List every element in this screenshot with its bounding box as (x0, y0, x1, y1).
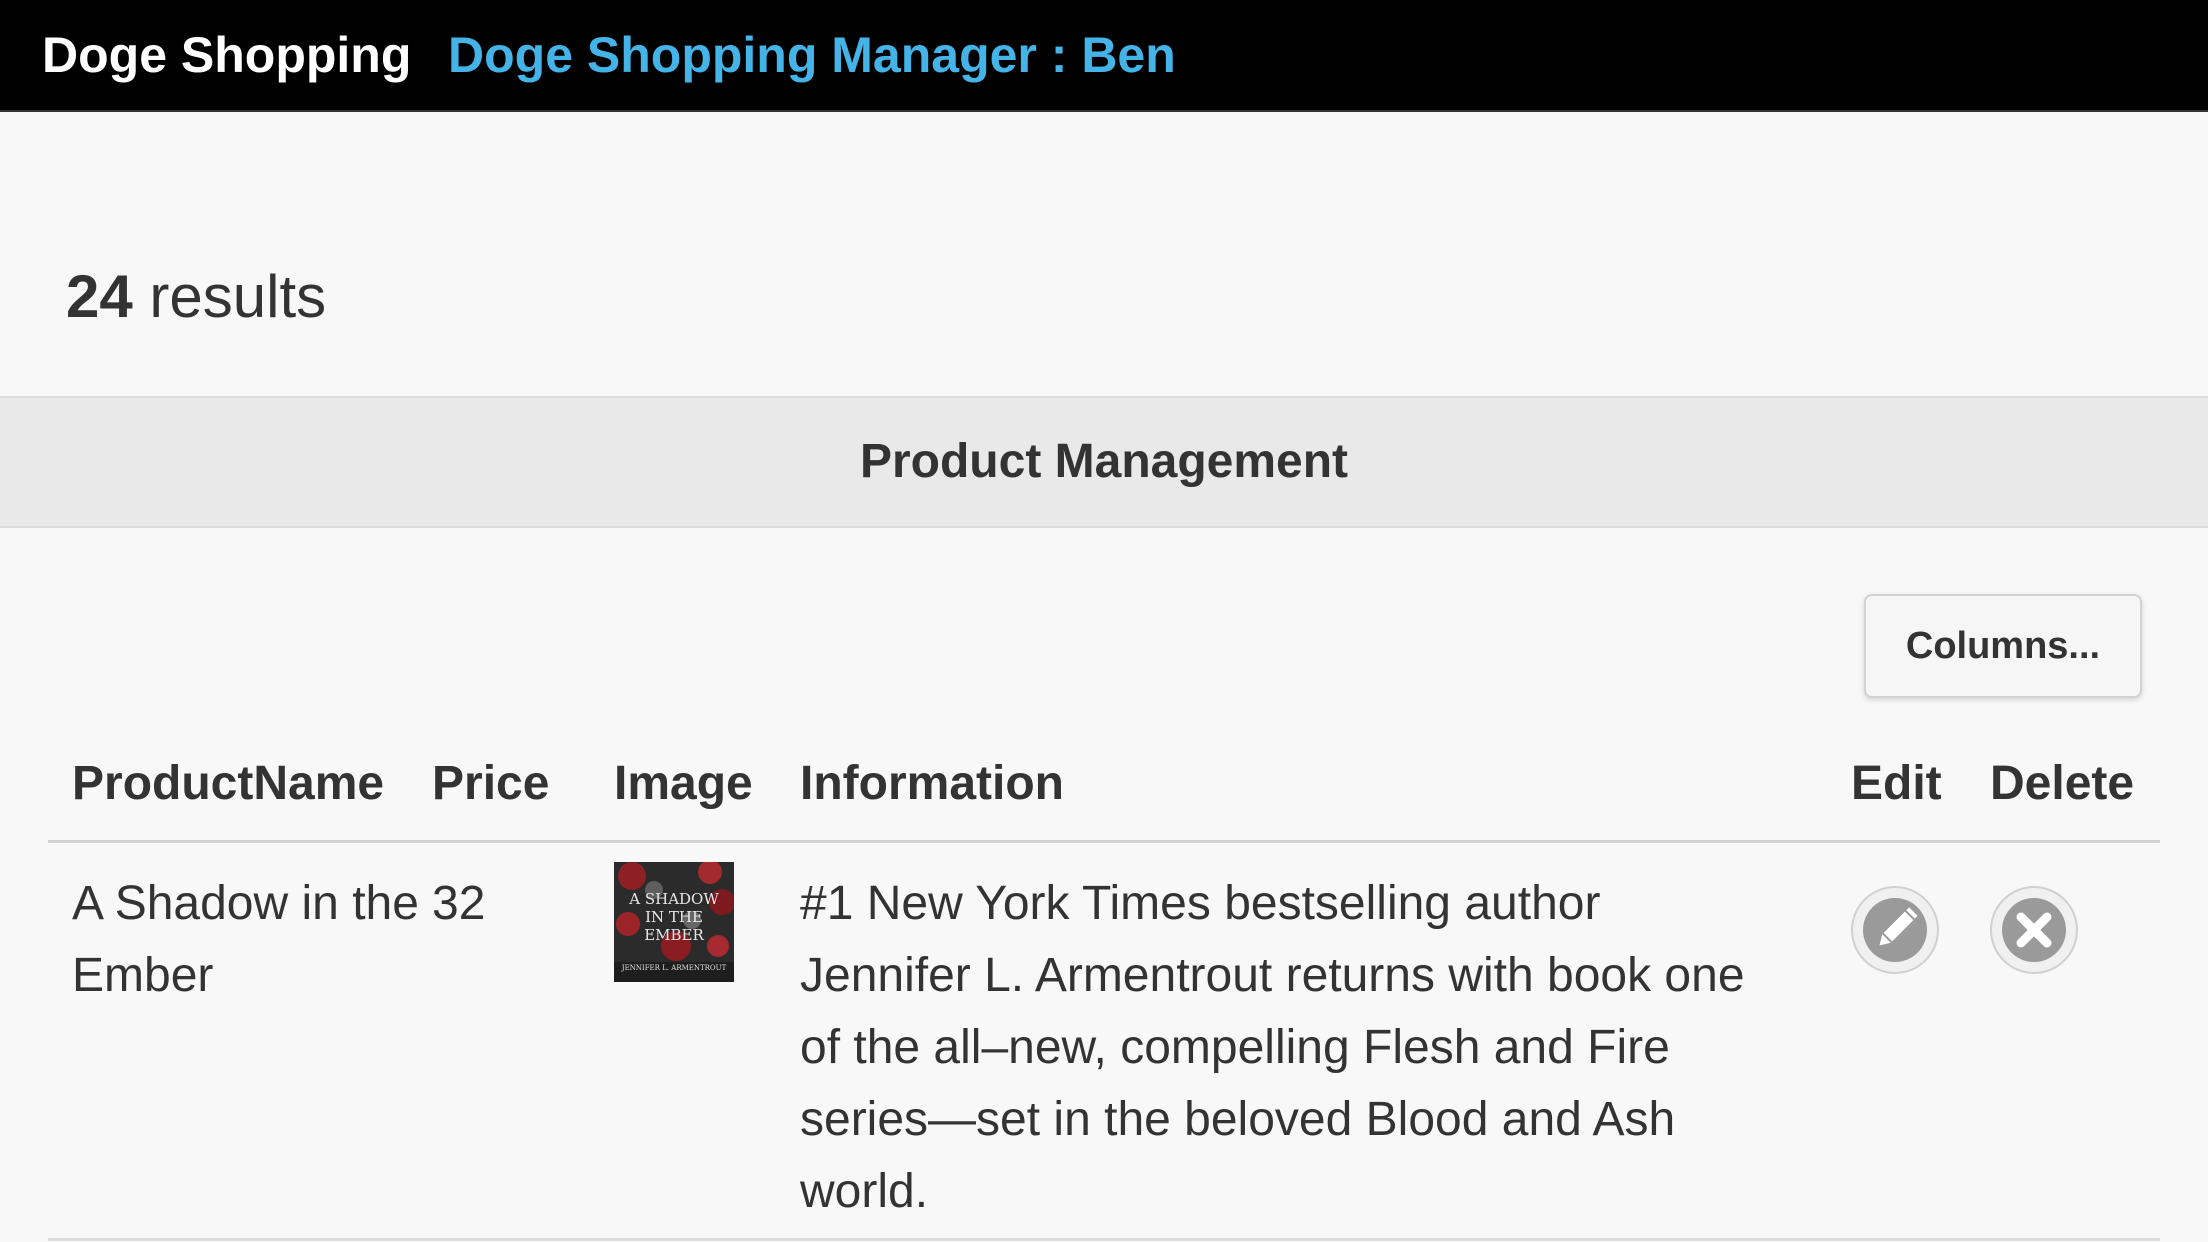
results-number: 24 (66, 263, 133, 330)
column-header-productname[interactable]: ProductName (72, 756, 384, 811)
manager-link[interactable]: Doge Shopping Manager : Ben (448, 26, 1176, 84)
column-header-information[interactable]: Information (800, 756, 1064, 811)
table-row-divider (48, 1238, 2160, 1241)
column-header-image[interactable]: Image (614, 756, 753, 811)
columns-button[interactable]: Columns... (1864, 594, 2142, 698)
delete-button[interactable] (1990, 886, 2078, 974)
information-cell: #1 New York Times bestselling author Jen… (800, 877, 1745, 1218)
brand-logo-text[interactable]: Doge Shopping (42, 26, 411, 84)
image-title-text: A SHADOW IN THE EMBER (629, 890, 719, 944)
close-icon (2016, 912, 2052, 948)
column-header-price[interactable]: Price (432, 756, 549, 811)
price-cell: 32 (432, 877, 486, 930)
results-label: results (132, 263, 327, 330)
table-header-divider (48, 840, 2160, 843)
column-header-edit[interactable]: Edit (1851, 756, 1942, 811)
image-author-text: JENNIFER L. ARMENTROUT (621, 964, 727, 972)
product-image: A SHADOW IN THE EMBER JENNIFER L. ARMENT… (614, 862, 734, 982)
results-count: 24 results (66, 262, 326, 331)
product-name-cell: A Shadow in the Ember (72, 877, 419, 1002)
column-header-delete[interactable]: Delete (1990, 756, 2134, 811)
section-title: Product Management (859, 435, 1349, 488)
top-navbar: Doge Shopping Doge Shopping Manager : Be… (0, 0, 2208, 112)
section-header: Product Management (0, 396, 2208, 528)
edit-button[interactable] (1851, 886, 1939, 974)
pencil-icon (1879, 907, 1918, 946)
